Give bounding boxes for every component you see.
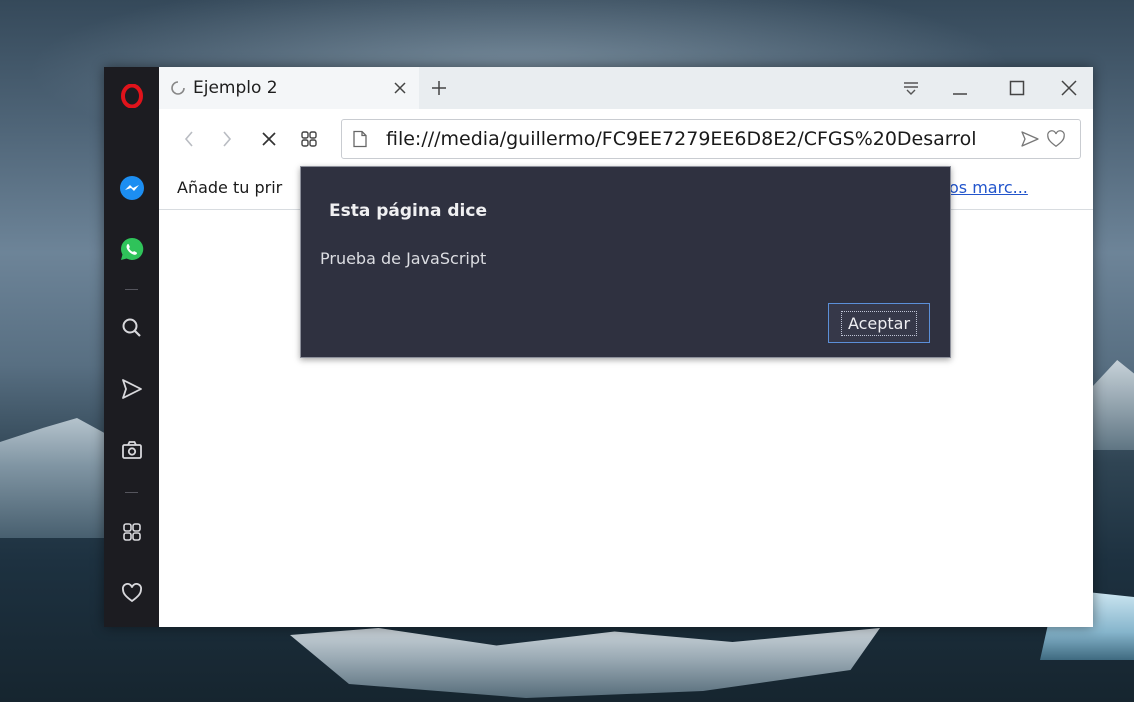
speed-dial-icon[interactable] — [104, 512, 159, 552]
minimize-icon — [953, 93, 967, 95]
minimize-button[interactable] — [942, 72, 978, 104]
back-button[interactable] — [173, 123, 205, 155]
stop-loading-button[interactable] — [253, 123, 285, 155]
close-window-icon — [1061, 80, 1077, 96]
sidebar-separator — [125, 289, 138, 290]
new-tab-button[interactable] — [423, 72, 455, 104]
stop-icon — [262, 132, 276, 146]
close-icon — [394, 82, 406, 94]
accept-button[interactable]: Aceptar — [828, 303, 930, 343]
opera-logo-icon[interactable] — [104, 76, 159, 116]
chevron-left-icon — [184, 131, 193, 147]
sidebar — [104, 67, 159, 627]
maximize-button[interactable] — [999, 72, 1035, 104]
close-tab-button[interactable] — [383, 71, 417, 105]
grid-icon — [301, 131, 317, 147]
bookmark-heart-icon[interactable] — [1046, 129, 1066, 149]
speed-dial-button[interactable] — [293, 123, 325, 155]
send-page-icon[interactable] — [1020, 130, 1040, 148]
whatsapp-icon[interactable] — [104, 229, 159, 269]
document-icon — [353, 130, 367, 148]
search-icon[interactable] — [104, 308, 159, 348]
dialog-title: Esta página dice — [329, 201, 487, 221]
camera-icon[interactable] — [104, 430, 159, 470]
messenger-icon[interactable] — [104, 168, 159, 208]
forward-button[interactable] — [211, 123, 243, 155]
close-window-button[interactable] — [1051, 72, 1087, 104]
alert-dialog: Esta página dice Prueba de JavaScript Ac… — [300, 166, 951, 358]
dialog-message: Prueba de JavaScript — [320, 249, 487, 268]
tab-ejemplo-2[interactable]: Ejemplo 2 — [159, 67, 419, 109]
bookmarks-link[interactable]: os marc... — [949, 178, 1028, 197]
navigation-bar: file:///media/guillermo/FC9EE7279EE6D8E2… — [159, 109, 1093, 169]
accept-button-label: Aceptar — [840, 310, 918, 336]
send-icon[interactable] — [104, 369, 159, 409]
chevron-right-icon — [223, 131, 232, 147]
loading-spinner-icon — [171, 81, 185, 95]
sidebar-separator — [125, 492, 138, 493]
tab-menu-button[interactable] — [893, 72, 929, 104]
tab-bar: Ejemplo 2 — [159, 67, 1093, 109]
maximize-icon — [1009, 80, 1025, 96]
plus-icon — [432, 81, 446, 95]
url-text[interactable]: file:///media/guillermo/FC9EE7279EE6D8E2… — [386, 128, 976, 150]
tab-title: Ejemplo 2 — [193, 78, 278, 98]
tab-menu-icon — [904, 82, 918, 95]
heart-icon[interactable] — [104, 573, 159, 613]
address-bar[interactable]: file:///media/guillermo/FC9EE7279EE6D8E2… — [341, 119, 1081, 159]
bookmarks-hint-text: Añade tu prir — [177, 178, 283, 197]
